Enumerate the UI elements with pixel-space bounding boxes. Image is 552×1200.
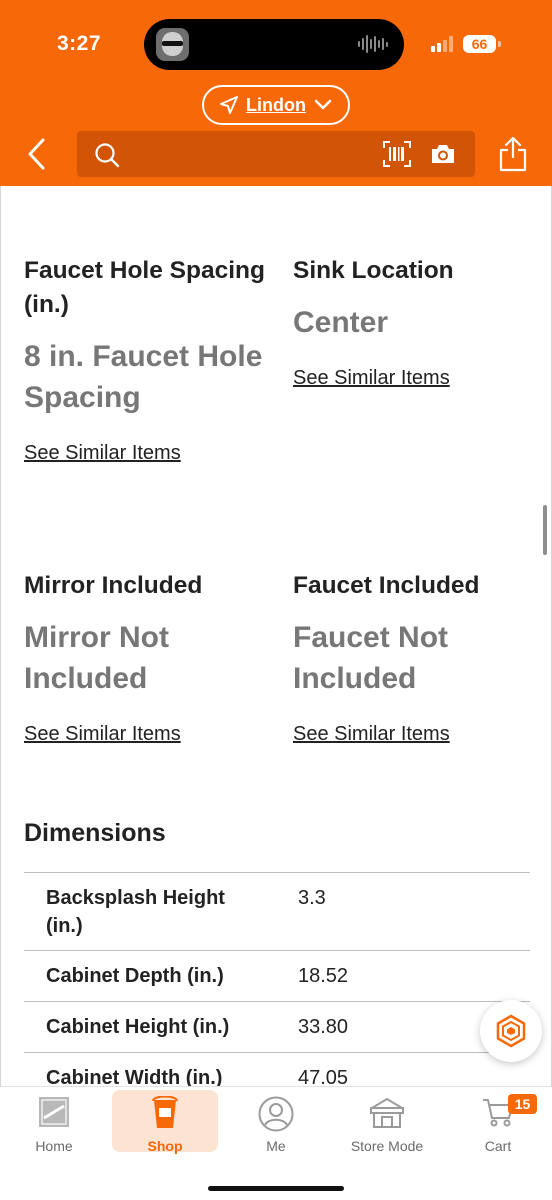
table-row: Cabinet Width (in.) 47.05 — [24, 1053, 530, 1086]
nav-item-shop[interactable]: Shop — [112, 1090, 218, 1154]
spec-faucet-included: Faucet Included Faucet Not Included See … — [293, 569, 543, 746]
dimension-value: 3.3 — [298, 887, 326, 909]
spec-faucet-hole-spacing: Faucet Hole Spacing (in.) 8 in. Faucet H… — [24, 254, 274, 465]
nav-label: Home — [35, 1138, 73, 1154]
app-header: 3:27 66 Lindon — [0, 0, 552, 186]
search-bar[interactable] — [77, 131, 475, 177]
audio-waveform-icon — [358, 34, 388, 54]
barcode-scan-icon[interactable] — [383, 141, 411, 167]
location-arrow-icon — [220, 96, 238, 114]
dynamic-island — [144, 19, 404, 70]
now-playing-avatar — [156, 28, 189, 61]
table-row: Cabinet Height (in.) 33.80 — [24, 1002, 530, 1053]
back-chevron-icon[interactable] — [24, 136, 50, 172]
nav-label: Me — [266, 1138, 286, 1154]
dimension-key: Cabinet Depth (in.) — [46, 965, 224, 987]
cart-count-badge: 15 — [508, 1094, 537, 1114]
spec-label: Sink Location — [293, 257, 454, 284]
see-similar-items-link[interactable]: See Similar Items — [293, 367, 450, 390]
store-location-selector[interactable]: Lindon — [202, 85, 350, 125]
scrollbar-thumb[interactable] — [543, 505, 547, 555]
location-label: Lindon — [246, 94, 306, 115]
dimension-value: 33.80 — [298, 1016, 349, 1038]
share-icon[interactable] — [498, 135, 528, 173]
chevron-down-icon — [314, 99, 332, 110]
spec-sink-location: Sink Location Center See Similar Items — [293, 254, 543, 390]
search-input[interactable] — [129, 139, 369, 169]
see-similar-items-link[interactable]: See Similar Items — [24, 442, 181, 465]
nav-item-home[interactable]: Home — [1, 1090, 107, 1154]
dimension-key: Cabinet Height (in.) — [46, 1016, 230, 1038]
search-icon — [95, 143, 120, 168]
spec-value: Faucet Not Included — [293, 621, 449, 695]
camera-icon[interactable] — [430, 143, 456, 165]
dimensions-table: Backsplash Height (in.) 3.3 Cabinet Dept… — [24, 872, 530, 1086]
nav-label: Cart — [484, 1138, 512, 1154]
home-depot-logo-icon — [39, 1097, 69, 1127]
status-time: 3:27 — [57, 32, 102, 55]
product-specifications: Faucet Hole Spacing (in.) 8 in. Faucet H… — [0, 186, 552, 1086]
nav-label: Shop — [147, 1138, 183, 1154]
dimension-key: Cabinet Width (in.) — [46, 1067, 223, 1086]
table-row: Backsplash Height (in.) 3.3 — [24, 873, 530, 951]
cellular-signal-icon — [431, 36, 453, 52]
dimension-value: 47.05 — [298, 1067, 349, 1086]
spec-label: Mirror Included — [24, 572, 203, 599]
nav-label: Store Mode — [350, 1138, 424, 1154]
spec-label: Faucet Included — [293, 572, 480, 599]
chat-assistant-button[interactable] — [480, 1000, 542, 1062]
store-icon — [370, 1097, 404, 1128]
user-icon — [258, 1096, 294, 1132]
dimension-key: Backsplash Height (in.) — [46, 887, 225, 937]
see-similar-items-link[interactable]: See Similar Items — [293, 723, 450, 746]
home-indicator — [208, 1186, 344, 1191]
bucket-icon — [152, 1096, 178, 1128]
nav-item-store-mode[interactable]: Store Mode — [334, 1090, 440, 1154]
spec-mirror-included: Mirror Included Mirror Not Included See … — [24, 569, 274, 746]
battery-icon: 66 — [463, 35, 496, 53]
hexagon-chat-icon — [496, 1014, 526, 1048]
spec-label: Faucet Hole Spacing (in.) — [24, 257, 265, 318]
bottom-navigation: Home Shop Me Store Mode Cart — [0, 1086, 552, 1200]
see-similar-items-link[interactable]: See Similar Items — [24, 723, 181, 746]
status-bar: 3:27 66 — [0, 0, 552, 86]
dimension-value: 18.52 — [298, 965, 349, 987]
spec-value: 8 in. Faucet Hole Spacing — [24, 340, 263, 414]
nav-item-me[interactable]: Me — [223, 1090, 329, 1154]
spec-value: Center — [293, 306, 389, 339]
table-row: Cabinet Depth (in.) 18.52 — [24, 951, 530, 1002]
spec-value: Mirror Not Included — [24, 621, 169, 695]
dimensions-heading: Dimensions — [24, 819, 166, 847]
